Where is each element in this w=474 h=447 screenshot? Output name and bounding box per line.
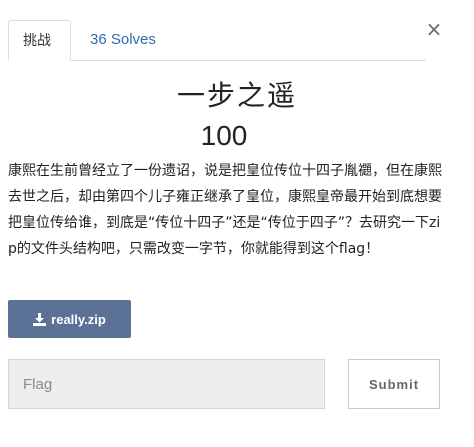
close-icon[interactable]: × xyxy=(423,18,445,40)
tab-challenge[interactable]: 挑战 xyxy=(8,20,71,61)
tab-solves[interactable]: 36 Solves xyxy=(76,20,170,60)
download-file-label: really.zip xyxy=(51,311,106,327)
submit-button[interactable]: Submit xyxy=(348,359,440,409)
download-file-button[interactable]: really.zip xyxy=(8,300,131,338)
challenge-description: 康熙在生前曾经立了一份遗诏，说是把皇位传位十四子胤禵，但在康熙去世之后，却由第四… xyxy=(8,163,442,257)
challenge-title: 一步之遥 xyxy=(176,79,297,112)
flag-input[interactable] xyxy=(8,359,325,409)
challenge-tabs: 挑战 36 Solves xyxy=(8,20,426,61)
challenge-value: 100 xyxy=(200,120,248,151)
download-icon xyxy=(33,312,47,326)
